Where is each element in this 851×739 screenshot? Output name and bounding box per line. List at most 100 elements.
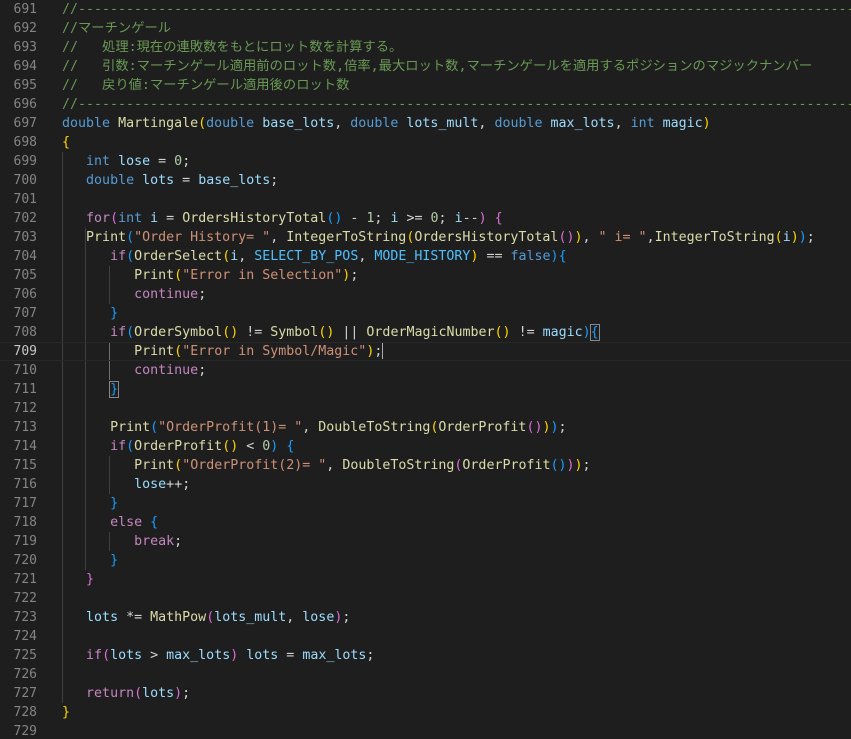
code-text[interactable]: lots *= MathPow(lots_mult, lose); [62, 608, 350, 627]
line-number: 698 [13, 135, 37, 150]
code-line[interactable]: 717 } [0, 494, 851, 513]
code-text[interactable]: if(OrderSelect(i, SELECT_BY_POS, MODE_HI… [62, 247, 566, 266]
line-number: 710 [13, 363, 37, 378]
code-text[interactable]: Print("Error in Selection"); [62, 266, 358, 285]
code-line[interactable]: 710 continue; [0, 361, 851, 380]
code-text[interactable]: break; [62, 532, 182, 551]
code-text[interactable]: } [62, 703, 70, 722]
line-number: 708 [13, 325, 37, 340]
code-text[interactable]: lose++; [62, 475, 190, 494]
code-line[interactable]: 707 } [0, 304, 851, 323]
code-text[interactable]: } [62, 494, 118, 513]
code-line[interactable]: 716 lose++; [0, 475, 851, 494]
code-line[interactable]: 692 //マーチンゲール [0, 19, 851, 38]
code-line[interactable]: 705 Print("Error in Selection"); [0, 266, 851, 285]
code-line[interactable]: 720 } [0, 551, 851, 570]
code-text[interactable]: else { [62, 513, 158, 532]
code-line[interactable]: 728} [0, 703, 851, 722]
code-line[interactable]: 697 double Martingale(double base_lots, d… [0, 114, 851, 133]
line-number: 717 [13, 496, 37, 511]
code-text[interactable]: //--------------------------------------… [62, 95, 851, 114]
code-line[interactable]: 700 double lots = base_lots; [0, 171, 851, 190]
code-line[interactable]: 711 } [0, 380, 851, 399]
code-line[interactable]: 721 } [0, 570, 851, 589]
line-number: 697 [13, 116, 37, 131]
code-text[interactable]: if(OrderProfit() < 0) { [62, 437, 294, 456]
code-line[interactable]: 691 //-----------------------------------… [0, 0, 851, 19]
line-number: 716 [13, 477, 37, 492]
line-number: 702 [13, 211, 37, 226]
code-text[interactable]: Print("OrderProfit(1)= ", DoubleToString… [62, 418, 566, 437]
code-text[interactable]: // 処理:現在の連敗数をもとにロット数を計算する。 [62, 38, 402, 57]
code-text[interactable]: //マーチンゲール [62, 19, 171, 38]
code-text[interactable]: // 戻り値:マーチンゲール適用後のロット数 [62, 76, 349, 95]
code-line[interactable]: 712 [0, 399, 851, 418]
line-number: 695 [13, 78, 37, 93]
code-text[interactable]: double lots = base_lots; [62, 171, 278, 190]
code-line[interactable]: 713 Print("OrderProfit(1)= ", DoubleToSt… [0, 418, 851, 437]
code-text[interactable]: Print("Error in Symbol/Magic"); [62, 343, 384, 360]
code-text[interactable]: { [62, 133, 70, 152]
code-text[interactable]: } [62, 570, 94, 589]
line-number: 707 [13, 306, 37, 321]
code-line[interactable]: 694 // 引数:マーチンゲール適用前のロット数,倍率,最大ロット数,マーチンゲ… [0, 57, 851, 76]
line-number: 729 [13, 724, 37, 739]
line-number: 724 [13, 629, 37, 644]
line-number: 696 [13, 97, 37, 112]
line-number: 720 [13, 553, 37, 568]
code-line[interactable]: 723 lots *= MathPow(lots_mult, lose); [0, 608, 851, 627]
code-line[interactable]: 727 return(lots); [0, 684, 851, 703]
code-line[interactable]: 715 Print("OrderProfit(2)= ", DoubleToSt… [0, 456, 851, 475]
code-text[interactable]: int lose = 0; [62, 152, 190, 171]
text-cursor [382, 343, 384, 359]
code-text[interactable]: } [62, 304, 118, 323]
code-text[interactable]: } [62, 551, 118, 570]
code-line[interactable]: 719 break; [0, 532, 851, 551]
line-number: 694 [13, 59, 37, 74]
code-line[interactable]: 729 [0, 722, 851, 739]
code-line[interactable]: 701 [0, 190, 851, 209]
code-line[interactable]: 699 int lose = 0; [0, 152, 851, 171]
code-line[interactable]: 702 for(int i = OrdersHistoryTotal() - 1… [0, 209, 851, 228]
line-number: 723 [13, 610, 37, 625]
code-text[interactable]: double Martingale(double base_lots, doub… [62, 114, 711, 133]
code-line[interactable]: 718 else { [0, 513, 851, 532]
code-line[interactable]: 695 // 戻り値:マーチンゲール適用後のロット数 [0, 76, 851, 95]
code-line[interactable]: 696 //-----------------------------------… [0, 95, 851, 114]
code-text[interactable]: // 引数:マーチンゲール適用前のロット数,倍率,最大ロット数,マーチンゲールを… [62, 57, 812, 76]
code-line[interactable]: 722 [0, 589, 851, 608]
line-number: 719 [13, 534, 37, 549]
code-text[interactable]: return(lots); [62, 684, 190, 703]
code-line[interactable]: 698 { [0, 133, 851, 152]
code-line[interactable]: 704 if(OrderSelect(i, SELECT_BY_POS, MOD… [0, 247, 851, 266]
code-line[interactable]: 714 if(OrderProfit() < 0) { [0, 437, 851, 456]
code-text[interactable]: Print("Order History= ", IntegerToString… [62, 228, 815, 247]
line-number: 727 [13, 686, 37, 701]
code-text[interactable]: for(int i = OrdersHistoryTotal() - 1; i … [62, 209, 503, 228]
line-number: 713 [13, 420, 37, 435]
code-line[interactable]: 693 // 処理:現在の連敗数をもとにロット数を計算する。 [0, 38, 851, 57]
code-line[interactable]: 706 continue; [0, 285, 851, 304]
line-number: 715 [13, 458, 37, 473]
line-number: 711 [13, 382, 37, 397]
code-text[interactable]: //--------------------------------------… [62, 0, 851, 19]
line-number: 728 [13, 705, 37, 720]
code-line[interactable]: 725 if(lots > max_lots) lots = max_lots; [0, 646, 851, 665]
line-number: 691 [13, 2, 37, 17]
code-line[interactable]: 703 Print("Order History= ", IntegerToSt… [0, 228, 851, 247]
code-text[interactable]: if(OrderSymbol() != Symbol() || OrderMag… [62, 323, 600, 342]
code-text[interactable]: continue; [62, 285, 206, 304]
code-text[interactable]: if(lots > max_lots) lots = max_lots; [62, 646, 374, 665]
code-line[interactable]: 708 if(OrderSymbol() != Symbol() || Orde… [0, 323, 851, 342]
line-number: 709 [13, 344, 37, 359]
line-number: 712 [13, 401, 37, 416]
line-number: 703 [13, 230, 37, 245]
code-text[interactable]: } [62, 380, 120, 399]
code-editor[interactable]: 691 //-----------------------------------… [0, 0, 851, 739]
code-text[interactable]: Print("OrderProfit(2)= ", DoubleToString… [62, 456, 590, 475]
code-line[interactable]: 726 [0, 665, 851, 684]
code-line[interactable]: 709 Print("Error in Symbol/Magic"); [0, 342, 851, 361]
line-number: 721 [13, 572, 37, 587]
code-text[interactable]: continue; [62, 361, 206, 380]
code-line[interactable]: 724 [0, 627, 851, 646]
